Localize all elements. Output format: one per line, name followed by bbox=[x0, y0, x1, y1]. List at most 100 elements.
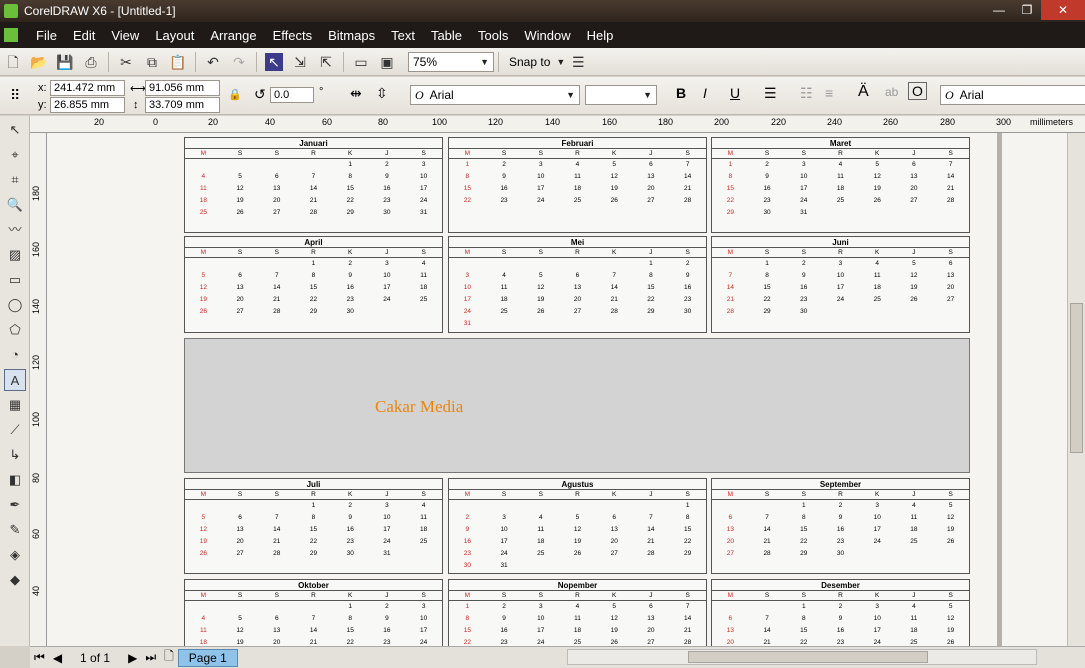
crop-tool-icon[interactable]: ⌗ bbox=[4, 169, 26, 191]
drawing-canvas[interactable]: Januari M S S R K J S 1 2 3 4 5 6 7 8 9 10 11 12 13 14 15 16 17 1… bbox=[47, 133, 1067, 646]
freehand-tool-icon[interactable]: 〰 bbox=[4, 219, 26, 241]
underline-icon[interactable]: U bbox=[730, 85, 740, 101]
calendar-month-juni[interactable]: Juni M S S R K J S 1 2 3 4 5 6 7 8 9 10 11 12 13 14 15 16 17 18 19… bbox=[711, 236, 970, 333]
calendar-month-maret[interactable]: Maret M S S R K J S 1 2 3 4 5 6 7 8 9 10 11 12 13 14 15 16 17 18 1… bbox=[711, 137, 970, 233]
new-document-icon[interactable]: 🗋 bbox=[4, 53, 22, 71]
pick-tool-icon[interactable]: ↖ bbox=[4, 119, 26, 141]
menu-file[interactable]: File bbox=[28, 28, 65, 43]
search-content-icon[interactable]: ↖ bbox=[265, 52, 283, 71]
menu-view[interactable]: View bbox=[103, 28, 147, 43]
vertical-scrollbar[interactable] bbox=[1067, 133, 1085, 646]
horizontal-ruler[interactable]: 20 0 20 40 60 80 100 120 140 160 180 200… bbox=[30, 116, 1085, 133]
y-position-field[interactable]: 26.855 mm bbox=[50, 97, 125, 113]
import-icon[interactable]: ⇲ bbox=[291, 53, 309, 71]
vertical-ruler[interactable]: 180 160 140 120 100 80 60 40 bbox=[30, 133, 47, 646]
zoom-tool-icon[interactable]: 🔍 bbox=[4, 194, 26, 216]
save-icon[interactable]: 💾 bbox=[56, 53, 74, 71]
vertical-scroll-thumb[interactable] bbox=[1070, 303, 1083, 453]
calendar-month-juli[interactable]: Juli M S S R K J S 1 2 3 4 5 6 7 8 9 10 11 12 13 14 15 16 17 18 19… bbox=[184, 478, 443, 574]
width-field[interactable]: 91.056 mm bbox=[145, 80, 220, 96]
close-button[interactable]: ✕ bbox=[1041, 0, 1085, 20]
dimension-tool-icon[interactable]: ⟋ bbox=[4, 419, 26, 441]
rectangle-tool-icon[interactable]: ▭ bbox=[4, 269, 26, 291]
menu-edit[interactable]: Edit bbox=[65, 28, 103, 43]
minimize-button[interactable]: — bbox=[985, 0, 1013, 20]
calendar-month-oktober[interactable]: Oktober M S S R K J S 1 2 3 4 5 6 7 8 9 10 11 12 13 14 15 16 17 1… bbox=[184, 579, 443, 646]
menu-table[interactable]: Table bbox=[423, 28, 470, 43]
polygon-tool-icon[interactable]: ⬠ bbox=[4, 319, 26, 341]
calendar-month-mei[interactable]: Mei M S S R K J S 1 2 3 4 5 6 7 8 9 10 11 12 13 14 15 16 17 18 19 2… bbox=[448, 236, 707, 333]
mirror-vertical-icon[interactable]: ⇳ bbox=[376, 85, 388, 102]
calendar-month-desember[interactable]: Desember M S S R K J S 1 2 3 4 5 6 7 8 9 10 11 12 13 14 15 16 17… bbox=[711, 579, 970, 646]
document-menu-icon[interactable] bbox=[4, 28, 18, 42]
redo-icon[interactable]: ↷ bbox=[230, 53, 248, 71]
font-size-dropdown[interactable]: ▼ bbox=[585, 85, 657, 105]
menu-text[interactable]: Text bbox=[383, 28, 423, 43]
mirror-horizontal-icon[interactable]: ⇹ bbox=[350, 85, 362, 102]
application-launcher-icon[interactable]: ▭ bbox=[352, 53, 370, 71]
interactive-fill-tool-icon[interactable]: ◆ bbox=[4, 569, 26, 591]
font-list-dropdown[interactable]: O Arial ▼ bbox=[410, 85, 580, 105]
menu-help[interactable]: Help bbox=[579, 28, 622, 43]
menu-tools[interactable]: Tools bbox=[470, 28, 516, 43]
next-page-icon[interactable]: ▶ bbox=[128, 651, 137, 665]
smart-fill-tool-icon[interactable]: ▨ bbox=[4, 244, 26, 266]
menu-effects[interactable]: Effects bbox=[265, 28, 321, 43]
opentype-features-icon[interactable]: O bbox=[908, 82, 927, 100]
bullet-list-icon[interactable]: ☷ bbox=[800, 85, 813, 102]
paste-icon[interactable]: 📋 bbox=[169, 53, 187, 71]
welcome-screen-icon[interactable]: ▣ bbox=[378, 53, 396, 71]
connector-tool-icon[interactable]: ↳ bbox=[4, 444, 26, 466]
text-tool-icon[interactable]: A bbox=[4, 369, 26, 391]
font-list-dropdown-2[interactable]: O Arial bbox=[940, 85, 1085, 105]
table-tool-icon[interactable]: ▦ bbox=[4, 394, 26, 416]
snap-to-button[interactable]: Snap to bbox=[509, 55, 550, 69]
first-page-icon[interactable]: ⏮ bbox=[34, 650, 45, 665]
cut-icon[interactable]: ✂ bbox=[117, 53, 135, 71]
calendar-month-nopember[interactable]: Nopember M S S R K J S 1 2 3 4 5 6 7 8 9 10 11 12 13 14 15 16 17… bbox=[448, 579, 707, 646]
edit-text-icon[interactable]: ab bbox=[885, 85, 898, 99]
rotation-field[interactable]: 0.0 bbox=[270, 87, 314, 103]
calendar-month-februari[interactable]: Februari M S S R K J S 1 2 3 4 5 6 7 8 9 10 11 12 13 14 15 16 17… bbox=[448, 137, 707, 233]
eyedropper-tool-icon[interactable]: ✒ bbox=[4, 494, 26, 516]
export-icon[interactable]: ⇱ bbox=[317, 53, 335, 71]
horizontal-scroll-thumb[interactable] bbox=[688, 651, 928, 663]
zoom-level-dropdown[interactable]: 75% ▼ bbox=[408, 51, 494, 72]
menu-bitmaps[interactable]: Bitmaps bbox=[320, 28, 383, 43]
banner-rectangle[interactable]: Cakar Media bbox=[184, 338, 970, 473]
drop-shadow-tool-icon[interactable]: ◧ bbox=[4, 469, 26, 491]
menu-arrange[interactable]: Arrange bbox=[202, 28, 264, 43]
lock-ratio-icon[interactable]: 🔒 bbox=[228, 88, 242, 101]
maximize-button[interactable]: ❐ bbox=[1013, 0, 1041, 20]
italic-icon[interactable]: I bbox=[703, 85, 707, 101]
undo-icon[interactable]: ↶ bbox=[204, 53, 222, 71]
outline-pen-tool-icon[interactable]: ✎ bbox=[4, 519, 26, 541]
options-icon[interactable]: ☰ bbox=[569, 53, 587, 71]
menu-layout[interactable]: Layout bbox=[147, 28, 202, 43]
calendar-month-januari[interactable]: Januari M S S R K J S 1 2 3 4 5 6 7 8 9 10 11 12 13 14 15 16 17 1… bbox=[184, 137, 443, 233]
drop-cap-icon[interactable]: ≡ bbox=[825, 85, 833, 101]
height-field[interactable]: 33.709 mm bbox=[145, 97, 220, 113]
add-page-icon[interactable]: 🗋 bbox=[164, 647, 174, 668]
banner-text[interactable]: Cakar Media bbox=[375, 397, 463, 417]
calendar-month-april[interactable]: April M S S R K J S 1 2 3 4 5 6 7 8 9 10 11 12 13 14 15 16 17 18 1… bbox=[184, 236, 443, 333]
print-icon[interactable]: ⎙ bbox=[82, 53, 100, 71]
basic-shapes-tool-icon[interactable]: ◔ bbox=[4, 344, 26, 366]
page-tab[interactable]: Page 1 bbox=[177, 648, 238, 667]
calendar-month-september[interactable]: September M S S R K J S 1 2 3 4 5 6 7 8 9 10 11 12 13 14 15 16 1… bbox=[711, 478, 970, 574]
chevron-down-icon[interactable]: ▼ bbox=[556, 57, 565, 67]
character-formatting-icon[interactable]: Ä bbox=[858, 83, 869, 101]
previous-page-icon[interactable]: ◀ bbox=[53, 651, 62, 665]
text-align-icon[interactable]: ☰ bbox=[764, 85, 777, 102]
fill-tool-icon[interactable]: ◈ bbox=[4, 544, 26, 566]
horizontal-scrollbar[interactable] bbox=[567, 649, 1037, 665]
copy-icon[interactable]: ⧉ bbox=[143, 53, 161, 71]
menu-window[interactable]: Window bbox=[516, 28, 578, 43]
calendar-month-agustus[interactable]: Agustus M S S R K J S 1 2 3 4 5 6 7 8 9 10 11 12 13 14 15 16 17 1… bbox=[448, 478, 707, 574]
shape-tool-icon[interactable]: ⌖ bbox=[4, 144, 26, 166]
ellipse-tool-icon[interactable]: ◯ bbox=[4, 294, 26, 316]
bold-icon[interactable]: B bbox=[676, 85, 686, 101]
x-position-field[interactable]: 241.472 mm bbox=[50, 80, 125, 96]
open-icon[interactable]: 📂 bbox=[30, 53, 48, 71]
last-page-icon[interactable]: ⏭ bbox=[145, 650, 156, 665]
